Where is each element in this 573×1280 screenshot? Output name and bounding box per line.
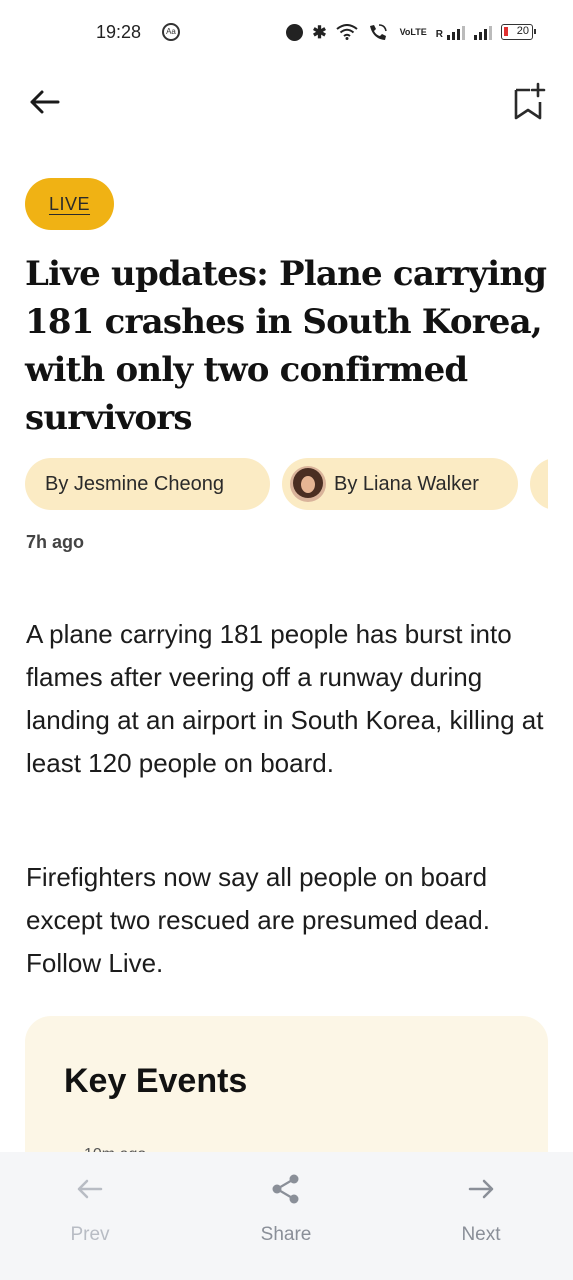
bluetooth-icon: ✱ [312, 22, 327, 42]
author-chip[interactable] [530, 458, 548, 510]
author-chip[interactable]: By Liana Walker [282, 458, 518, 510]
article-paragraph: A plane carrying 181 people has burst in… [26, 619, 544, 778]
live-badge: LIVE [25, 178, 114, 230]
font-size-icon: Aa [162, 23, 180, 41]
bookmark-button[interactable] [508, 80, 552, 124]
prev-button[interactable]: Prev [45, 1172, 135, 1262]
share-button[interactable]: Share [241, 1172, 331, 1262]
arrow-right-icon [468, 1179, 494, 1199]
wifi-calling-icon [369, 24, 387, 40]
share-icon [272, 1174, 299, 1204]
article-headline: Live updates: Plane carrying 181 crashes… [25, 254, 547, 438]
share-label: Share [260, 1224, 312, 1245]
arrow-left-icon [30, 90, 60, 114]
publish-timestamp: 7h ago [26, 532, 85, 552]
alarm-icon [286, 23, 304, 41]
status-bar: 19:28 Aa ✱ VoLTE R 20 [0, 0, 573, 66]
volte-icon: VoLTE [399, 26, 427, 37]
live-badge-label: LIVE [48, 193, 91, 214]
key-events-title: Key Events [64, 1062, 248, 1100]
bookmark-add-icon [514, 82, 546, 120]
next-label: Next [461, 1224, 501, 1245]
prev-label: Prev [70, 1224, 110, 1245]
article-paragraph: Firefighters now say all people on board… [26, 862, 490, 978]
signal-icon [474, 24, 492, 40]
signal-icon: R [436, 24, 465, 40]
roaming-indicator: R [435, 29, 443, 40]
back-button[interactable] [26, 84, 66, 120]
arrow-left-icon [77, 1179, 103, 1199]
author-list: By Jesmine Cheong By Liana Walker [25, 458, 548, 512]
battery-icon: 20 [501, 24, 536, 40]
avatar [290, 466, 326, 502]
status-time: 19:28 [96, 22, 142, 42]
wifi-icon [335, 24, 358, 40]
author-chip[interactable]: By Jesmine Cheong [25, 458, 270, 510]
author-name: By Jesmine Cheong [45, 472, 224, 495]
status-icons: ✱ VoLTE R 20 [286, 21, 536, 43]
next-button[interactable]: Next [436, 1172, 526, 1262]
author-name: By Liana Walker [334, 472, 479, 495]
